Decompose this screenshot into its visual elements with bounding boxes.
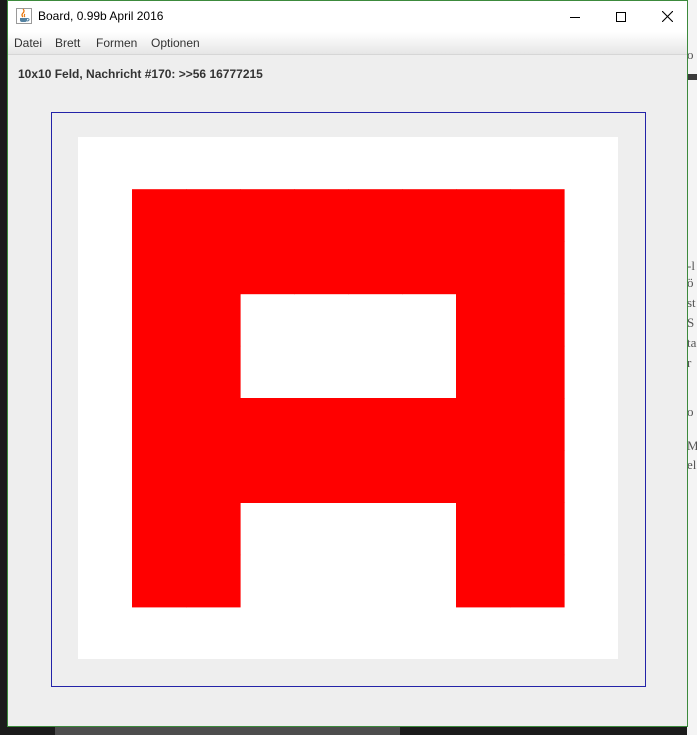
board-cell-red[interactable] (402, 189, 457, 242)
background-text: ta (687, 335, 697, 350)
minimize-button[interactable] (552, 1, 598, 32)
background-text: st (687, 295, 696, 310)
board-cell-red[interactable] (132, 450, 187, 503)
status-message: 10x10 Feld, Nachricht #170: >>56 1677721… (18, 67, 263, 81)
board-cell-red[interactable] (402, 241, 457, 295)
board-cell-red[interactable] (186, 189, 241, 242)
board-cell-red[interactable] (294, 189, 349, 242)
board-cell-red[interactable] (348, 189, 403, 242)
background-toolbar (687, 74, 697, 80)
board-grid[interactable] (78, 137, 618, 659)
background-document: o -l ö st S ta r o M el (687, 0, 697, 735)
board-cell-red[interactable] (348, 450, 403, 503)
background-text: M (687, 438, 697, 453)
board-cell-red[interactable] (456, 450, 511, 503)
board-cell-red[interactable] (510, 189, 565, 242)
board-window: Board, 0.99b April 2016 Datei Brett Form… (7, 0, 688, 727)
board-cell-red[interactable] (456, 293, 511, 347)
background-taskbar-edge (55, 727, 400, 735)
board-cell-red[interactable] (510, 345, 565, 399)
board-cell-red[interactable] (510, 398, 565, 451)
menu-brett[interactable]: Brett (55, 36, 80, 50)
board-cell-red[interactable] (510, 554, 565, 608)
board-cell-red[interactable] (402, 398, 457, 451)
close-icon (661, 11, 673, 22)
board-cell-red[interactable] (132, 345, 187, 399)
board-cell-red[interactable] (132, 554, 187, 608)
board-cell-red[interactable] (132, 241, 187, 295)
board-cell-red[interactable] (240, 189, 295, 242)
menu-datei[interactable]: Datei (14, 36, 42, 50)
board-cell-red[interactable] (510, 502, 565, 556)
board-cell-red[interactable] (510, 241, 565, 295)
maximize-icon (616, 11, 626, 22)
background-text: el (687, 457, 697, 472)
board-cell-red[interactable] (240, 450, 295, 503)
menu-optionen[interactable]: Optionen (151, 36, 200, 50)
board-cell-red[interactable] (186, 450, 241, 503)
title-bar[interactable]: Board, 0.99b April 2016 (8, 1, 687, 32)
minimize-icon (570, 16, 580, 18)
background-text: -l (687, 258, 695, 273)
menu-bar: Datei Brett Formen Optionen (8, 32, 687, 55)
board-cell-red[interactable] (456, 554, 511, 608)
board-cell-red[interactable] (240, 398, 295, 451)
board-cell-red[interactable] (132, 189, 187, 242)
board-cell-red[interactable] (186, 345, 241, 399)
board-cell-red[interactable] (132, 293, 187, 347)
close-button[interactable] (644, 1, 690, 32)
maximize-button[interactable] (598, 1, 644, 32)
board-cell-red[interactable] (402, 450, 457, 503)
board-cell-red[interactable] (456, 502, 511, 556)
board-cell-red[interactable] (456, 398, 511, 451)
board-cell-red[interactable] (186, 293, 241, 347)
menu-formen[interactable]: Formen (96, 36, 137, 50)
board-cell-red[interactable] (240, 241, 295, 295)
java-cup-icon (16, 8, 32, 24)
board-cell-red[interactable] (348, 241, 403, 295)
board-cell-red[interactable] (186, 554, 241, 608)
window-title: Board, 0.99b April 2016 (38, 9, 164, 23)
board-cell-red[interactable] (294, 241, 349, 295)
board-cell-red[interactable] (132, 502, 187, 556)
board-cell-red[interactable] (186, 502, 241, 556)
board-cell-red[interactable] (186, 241, 241, 295)
board-cell-red[interactable] (186, 398, 241, 451)
background-text: S (687, 315, 695, 330)
board-cell-red[interactable] (456, 241, 511, 295)
board-cell-red[interactable] (294, 450, 349, 503)
board-cell-red[interactable] (456, 189, 511, 242)
board-cell-red[interactable] (348, 398, 403, 451)
board-cell-red[interactable] (510, 293, 565, 347)
board-cell-red[interactable] (510, 450, 565, 503)
board-cell-red[interactable] (294, 398, 349, 451)
board-cell-red[interactable] (456, 345, 511, 399)
board-cell-red[interactable] (132, 398, 187, 451)
